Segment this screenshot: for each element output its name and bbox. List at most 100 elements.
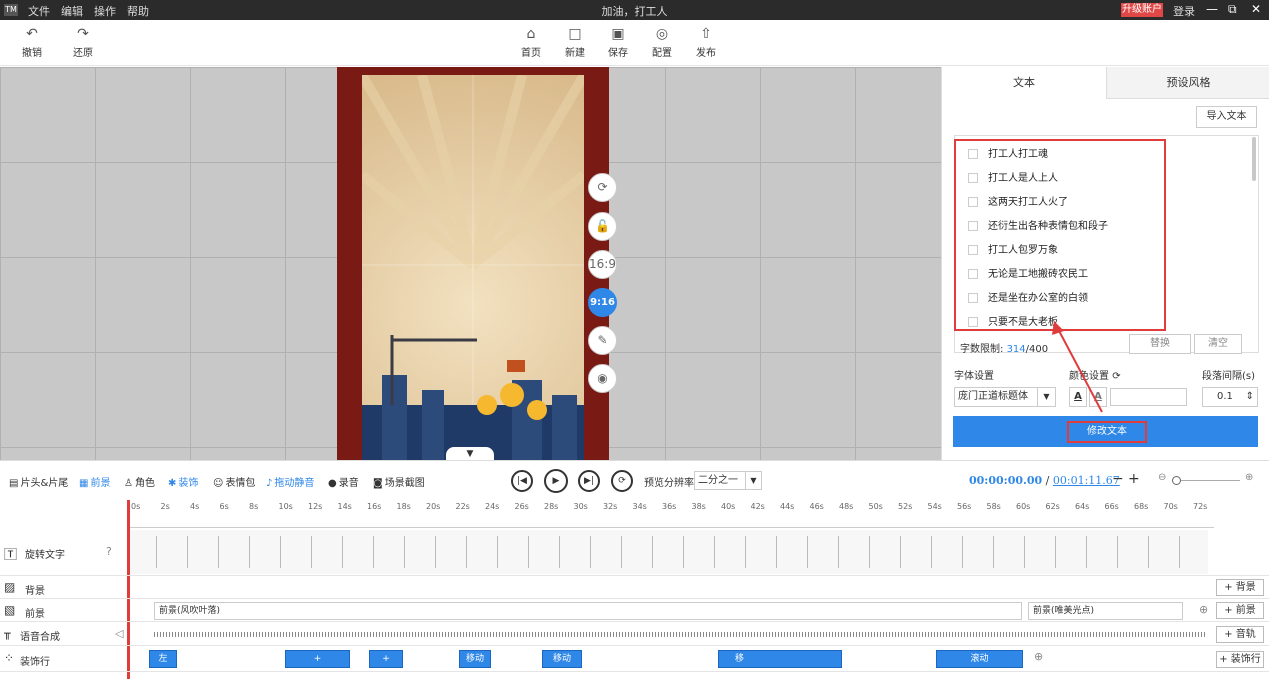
text-keyframe[interactable]	[528, 536, 529, 568]
color-field[interactable]	[1110, 388, 1187, 406]
zoom-in-magnifier-icon[interactable]: ⊕	[1245, 472, 1253, 483]
decoration-segment[interactable]: +	[285, 650, 350, 668]
replace-button[interactable]: 替换	[1129, 334, 1191, 354]
poster-preview[interactable]	[337, 67, 609, 460]
collapse-handle-icon[interactable]: ▼	[446, 447, 494, 460]
upgrade-button[interactable]: 升级账户	[1121, 3, 1163, 17]
add-audio-button[interactable]: + 音轨	[1216, 626, 1264, 643]
close-icon[interactable]: ✕	[1251, 2, 1261, 16]
character-button[interactable]: ♙ 角色	[124, 474, 155, 489]
text-line[interactable]: 打工人打工魂	[968, 143, 1048, 167]
add-foreground-button[interactable]: + 前景	[1216, 602, 1264, 619]
unlock-icon[interactable]: 🔓	[588, 212, 617, 241]
text-keyframe[interactable]	[1055, 536, 1056, 568]
settings-icon[interactable]: ◉	[588, 364, 617, 393]
zoom-in-icon[interactable]: +	[1128, 471, 1140, 487]
audio-waveform[interactable]	[154, 632, 1206, 637]
text-keyframe[interactable]	[652, 536, 653, 568]
decoration-segment[interactable]: 移	[718, 650, 842, 668]
text-keyframe[interactable]	[745, 536, 746, 568]
text-keyframe[interactable]	[373, 536, 374, 568]
checkbox[interactable]	[968, 221, 978, 231]
text-line[interactable]: 打工人包罗万象	[968, 239, 1058, 263]
text-line[interactable]: 打工人是人上人	[968, 167, 1058, 191]
add-decoration-button[interactable]: + 装饰行	[1216, 651, 1264, 668]
text-keyframe[interactable]	[776, 536, 777, 568]
checkbox[interactable]	[968, 245, 978, 255]
checkbox[interactable]	[968, 149, 978, 159]
emoji-button[interactable]: ☺ 表情包	[213, 474, 255, 489]
text-keyframe[interactable]	[311, 536, 312, 568]
text-keyframe[interactable]	[1148, 536, 1149, 568]
add-icon[interactable]: ⊕	[1199, 603, 1208, 616]
text-keyframe[interactable]	[497, 536, 498, 568]
record-button[interactable]: ● 录音	[328, 474, 359, 489]
foreground-button[interactable]: ▦ 前景	[79, 474, 110, 489]
text-keyframe[interactable]	[1086, 536, 1087, 568]
text-keyframe[interactable]	[280, 536, 281, 568]
scrollbar[interactable]	[1252, 137, 1256, 181]
new-button[interactable]: □ 新建	[555, 24, 595, 59]
play-icon[interactable]: ▶	[544, 469, 568, 493]
text-keyframe[interactable]	[218, 536, 219, 568]
text-keyframe[interactable]	[931, 536, 932, 568]
loop-icon[interactable]: ⟳	[611, 470, 633, 492]
refresh-icon[interactable]: ⟳	[1112, 371, 1120, 382]
screenshot-button[interactable]: ◙ 场景截图	[373, 474, 425, 489]
text-keyframe[interactable]	[714, 536, 715, 568]
add-icon[interactable]: ⊕	[1034, 650, 1043, 663]
skip-forward-icon[interactable]: ▶|	[578, 470, 600, 492]
home-button[interactable]: ⌂ 首页	[511, 24, 551, 59]
foreground-segment[interactable]: 前景(风吹叶落)	[154, 602, 1022, 620]
zoom-slider[interactable]	[1175, 480, 1240, 481]
decoration-segment[interactable]: 滚动	[936, 650, 1023, 668]
text-keyframe[interactable]	[404, 536, 405, 568]
zoom-out-icon[interactable]: −	[1112, 471, 1124, 487]
undo-button[interactable]: ↶ 撤销	[12, 24, 52, 59]
add-background-button[interactable]: + 背景	[1216, 579, 1264, 596]
minimize-icon[interactable]: —	[1206, 2, 1218, 16]
text-keyframe[interactable]	[249, 536, 250, 568]
zoom-slider-handle[interactable]	[1172, 476, 1181, 485]
text-keyframe[interactable]	[590, 536, 591, 568]
redo-button[interactable]: ↷ 还原	[63, 24, 103, 59]
text-keyframe[interactable]	[466, 536, 467, 568]
timeline-ruler[interactable]: 0s 2s 4s 6s 8s 10s 12s 14s 16s 18s 20s 22s 24s 26s 28s…	[127, 500, 1214, 528]
foreground-segment[interactable]: 前景(唯美光点)	[1028, 602, 1183, 620]
text-line[interactable]: 这两天打工人火了	[968, 191, 1068, 215]
text-keyframe[interactable]	[1179, 536, 1180, 568]
stepper-icon[interactable]: ⇕	[1246, 388, 1254, 406]
volume-icon[interactable]: ◁	[115, 627, 123, 640]
spacing-stepper[interactable]: 0.1 ⇕	[1202, 387, 1258, 407]
text-keyframe[interactable]	[342, 536, 343, 568]
resolution-select[interactable]: 二分之一 ▼	[694, 471, 762, 490]
text-keyframe[interactable]	[187, 536, 188, 568]
ratio-9-16-button[interactable]: 9:16	[588, 288, 617, 317]
decoration-button[interactable]: ✱ 装饰	[168, 474, 198, 489]
publish-button[interactable]: ⇧ 发布	[686, 24, 726, 59]
text-keyframe[interactable]	[1024, 536, 1025, 568]
drag-mute-button[interactable]: ♪ 拖动静音	[266, 474, 314, 489]
text-keyframe[interactable]	[156, 536, 157, 568]
import-text-button[interactable]: 导入文本	[1196, 106, 1257, 128]
rotate-icon[interactable]: ⟳	[588, 173, 617, 202]
text-keyframe[interactable]	[993, 536, 994, 568]
text-keyframe[interactable]	[435, 536, 436, 568]
text-keyframe[interactable]	[559, 536, 560, 568]
checkbox[interactable]	[968, 269, 978, 279]
text-line[interactable]: 还是坐在办公室的白领	[968, 287, 1088, 311]
intro-outro-button[interactable]: ▤ 片头&片尾	[9, 474, 68, 489]
text-keyframe[interactable]	[1117, 536, 1118, 568]
tab-preset-style[interactable]: 预设风格	[1106, 67, 1269, 99]
clear-button[interactable]: 清空	[1194, 334, 1242, 354]
login-link[interactable]: 登录	[1173, 3, 1195, 19]
save-button[interactable]: ▣ 保存	[598, 24, 638, 59]
text-line[interactable]: 还衍生出各种表情包和段子	[968, 215, 1108, 239]
decoration-segment[interactable]: 移动	[542, 650, 582, 668]
checkbox[interactable]	[968, 293, 978, 303]
text-keyframe[interactable]	[807, 536, 808, 568]
checkbox[interactable]	[968, 317, 978, 327]
decoration-segment[interactable]: 左	[149, 650, 177, 668]
restore-icon[interactable]: ⧉	[1228, 2, 1237, 17]
canvas-stage[interactable]: ⟳ 🔓 16:9 9:16 ✎ ◉ ▼	[0, 67, 941, 460]
